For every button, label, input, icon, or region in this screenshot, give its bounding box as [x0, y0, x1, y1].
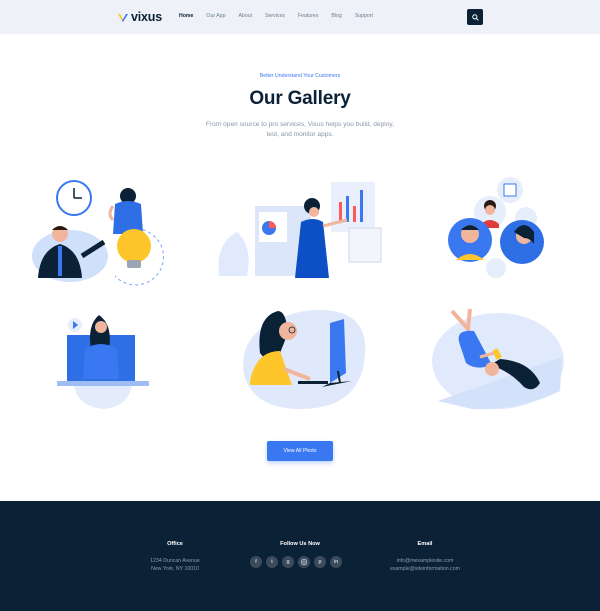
nav-item-about[interactable]: About — [238, 13, 252, 19]
gallery-image-presentation[interactable] — [215, 178, 385, 280]
nav-item-blog[interactable]: Blog — [331, 13, 341, 19]
footer-office-heading: Office — [167, 541, 183, 547]
footer-email-heading: Email — [417, 541, 433, 547]
gallery-image-team-chat[interactable] — [440, 176, 555, 284]
nav-item-services[interactable]: Services — [265, 13, 285, 19]
footer-office: Office 1234 Duncan Avenue New York, NY 1… — [135, 541, 215, 573]
gallery-image-laptop-video[interactable] — [55, 305, 155, 411]
pinterest-icon[interactable]: p — [314, 556, 326, 568]
footer-office-address: 1234 Duncan Avenue New York, NY 10010 — [135, 557, 215, 573]
view-all-photo-button[interactable]: View All Photo — [267, 441, 333, 461]
section-subtitle: From open source to pro services, Vixus … — [205, 121, 395, 138]
footer-office-line2: New York, NY 10010 — [151, 566, 199, 572]
footer-office-line1: 1234 Duncan Avenue — [150, 558, 200, 564]
footer-email-line2[interactable]: example@siteinformation.com — [380, 565, 470, 573]
search-icon — [471, 13, 479, 21]
footer-email-line1[interactable]: info@mexamplesite.com — [380, 557, 470, 565]
gallery-image-clock-lightbulb[interactable] — [30, 176, 180, 286]
nav-item-support[interactable]: Support — [355, 13, 373, 19]
main-nav: Home Our App About Services Features Blo… — [179, 13, 386, 19]
gallery-image-phone-relax[interactable] — [430, 305, 565, 411]
footer-follow-heading: Follow Us Now — [280, 541, 320, 547]
nav-item-home[interactable]: Home — [179, 13, 193, 19]
search-button[interactable] — [467, 9, 483, 25]
gallery-image-computer-work[interactable] — [238, 305, 368, 411]
instagram-icon[interactable] — [298, 556, 310, 568]
footer-email: Email info@mexamplesite.com example@site… — [380, 541, 470, 573]
linkedin-icon[interactable]: in — [330, 556, 342, 568]
footer-follow: Follow Us Now f t g p in — [250, 541, 350, 568]
site-header: vixus Home Our App About Services Featur… — [0, 0, 600, 34]
facebook-icon[interactable]: f — [250, 556, 262, 568]
section-kicker: Better Understand Your Customers — [259, 73, 341, 79]
twitter-icon[interactable]: t — [266, 556, 278, 568]
social-links: f t g p in — [250, 556, 350, 568]
nav-item-our-app[interactable]: Our App — [206, 13, 225, 19]
footer-email-addresses: info@mexamplesite.com example@siteinform… — [380, 557, 470, 573]
brand-name: vixus — [131, 10, 162, 24]
nav-item-features[interactable]: Features — [298, 13, 318, 19]
site-footer: Office 1234 Duncan Avenue New York, NY 1… — [0, 501, 600, 611]
google-plus-icon[interactable]: g — [282, 556, 294, 568]
brand-logo[interactable]: vixus — [118, 10, 162, 24]
page-title: Our Gallery — [249, 88, 351, 109]
logo-icon — [118, 13, 128, 22]
